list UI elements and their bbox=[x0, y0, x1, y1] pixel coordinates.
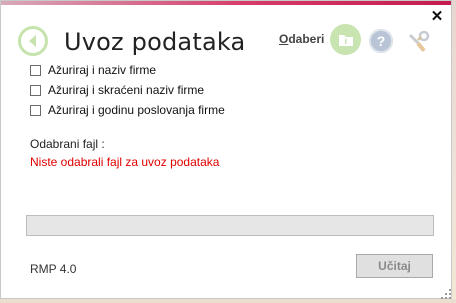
help-button[interactable]: ? bbox=[369, 29, 393, 53]
svg-text:?: ? bbox=[377, 33, 386, 49]
option-label: Ažuriraj i naziv firme bbox=[48, 63, 157, 77]
choose-file-link[interactable]: Odaberi bbox=[279, 32, 324, 46]
tools-icon bbox=[409, 30, 430, 52]
selected-file-label: Odabrani fajl : bbox=[30, 137, 105, 151]
choose-file-label: daberi bbox=[288, 32, 325, 46]
close-button[interactable]: ✕ bbox=[430, 8, 444, 25]
folder-button[interactable] bbox=[330, 24, 361, 55]
back-arrow-icon bbox=[21, 29, 45, 53]
checkbox-update-short-name[interactable] bbox=[30, 85, 41, 96]
page-title: Uvoz podataka bbox=[64, 28, 246, 56]
selected-file-status: Niste odabrali fajl za uvoz podataka bbox=[30, 155, 220, 169]
tools-button[interactable] bbox=[404, 28, 432, 56]
import-dialog: ✕ Uvoz podataka Odaberi ? Ažuriraj i naz… bbox=[0, 0, 452, 299]
option-label: Ažuriraj i godinu poslovanja firme bbox=[48, 103, 225, 117]
load-button[interactable]: Učitaj bbox=[356, 254, 433, 278]
help-icon: ? bbox=[369, 29, 393, 53]
close-icon: ✕ bbox=[430, 8, 444, 25]
version-label: RMP 4.0 bbox=[30, 262, 77, 276]
import-progress-bar bbox=[26, 215, 434, 236]
back-button[interactable] bbox=[18, 26, 48, 56]
choose-file-mnemonic: O bbox=[279, 32, 289, 46]
folder-icon bbox=[339, 35, 353, 46]
background-shade-bottom bbox=[0, 299, 456, 303]
title-strip bbox=[1, 1, 451, 5]
background-shade-right bbox=[452, 0, 456, 303]
checkbox-update-name[interactable] bbox=[30, 65, 41, 76]
option-label: Ažuriraj i skraćeni naziv firme bbox=[48, 83, 205, 97]
checkbox-update-business-year[interactable] bbox=[30, 105, 41, 116]
resize-grip-icon[interactable] bbox=[441, 289, 451, 299]
